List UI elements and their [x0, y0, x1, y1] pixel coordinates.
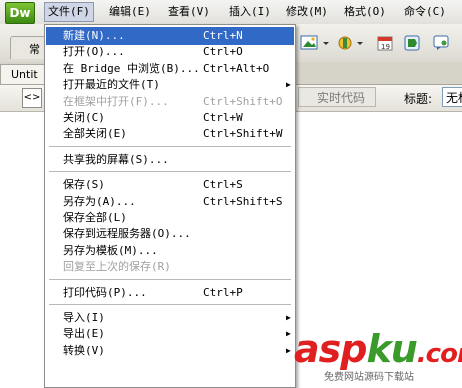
- menu-bar: Dw 文件(F) 编辑(E) 查看(V) 插入(I) 修改(M) 格式(O) 命…: [0, 0, 462, 25]
- calendar-icon[interactable]: 19: [376, 34, 394, 52]
- chevron-down-icon[interactable]: [356, 34, 364, 52]
- toolbar-tab-label: 常: [29, 43, 40, 56]
- menu-item-label: 保存(S): [63, 178, 105, 192]
- code-view-icon[interactable]: <>: [22, 88, 42, 108]
- file-menu-dropdown: 新建(N)... Ctrl+N 打开(O)... Ctrl+O 在 Bridge 中浏览…: [44, 24, 296, 388]
- menu-item-label: 全部关闭(E): [63, 127, 127, 141]
- menu-item-label: 打开(O)...: [63, 45, 125, 59]
- menu-view[interactable]: 查看(V): [165, 3, 213, 21]
- menu-edit[interactable]: 编辑(E): [106, 3, 154, 21]
- menu-item: 在框架中打开(F)... Ctrl+Shift+O: [46, 93, 294, 111]
- svg-text:19: 19: [381, 43, 390, 51]
- menu-separator: [49, 171, 291, 173]
- menu-item-label: 保存到远程服务器(O)...: [63, 227, 191, 241]
- menu-item: 回复至上次的保存(R): [46, 258, 294, 276]
- menu-item[interactable]: 导出(E) ▶: [46, 325, 294, 343]
- menu-item-shortcut: Ctrl+Shift+S: [203, 194, 283, 208]
- menu-item-shortcut: Ctrl+Shift+O: [203, 94, 283, 108]
- menu-item[interactable]: 打印代码(P)... Ctrl+P: [46, 284, 294, 302]
- menu-insert[interactable]: 插入(I): [226, 3, 274, 21]
- menu-item[interactable]: 打开最近的文件(T) ▶: [46, 76, 294, 94]
- menu-item[interactable]: 保存全部(L): [46, 209, 294, 227]
- menu-item-label: 保存全部(L): [63, 211, 127, 224]
- menu-commands[interactable]: 命令(C): [401, 3, 449, 21]
- menu-item[interactable]: 导入(I) ▶: [46, 309, 294, 327]
- menu-modify[interactable]: 修改(M): [283, 3, 331, 21]
- menu-item[interactable]: 全部关闭(E) Ctrl+Shift+W: [46, 125, 294, 143]
- menu-item[interactable]: 共享我的屏幕(S)...: [46, 151, 294, 169]
- menu-item-label: 在 Bridge 中浏览(B)...: [63, 61, 200, 75]
- comment-icon[interactable]: [432, 34, 450, 52]
- menu-item[interactable]: 在 Bridge 中浏览(B)... Ctrl+Alt+O: [46, 60, 294, 78]
- menu-item-label: 导出(E): [63, 327, 105, 341]
- watermark-logo: aspku.com 免费网站源码下载站: [292, 328, 462, 384]
- menu-item-shortcut: Ctrl+N: [203, 29, 243, 42]
- menu-item[interactable]: 保存到远程服务器(O)...: [46, 225, 294, 243]
- menu-item-label: 回复至上次的保存(R): [63, 260, 171, 274]
- menu-item-shortcut: Ctrl+Alt+O: [203, 61, 270, 75]
- submenu-arrow-icon: ▶: [286, 80, 291, 90]
- tag-icon[interactable]: [403, 34, 421, 52]
- document-tab[interactable]: Untit: [0, 64, 46, 84]
- menu-item[interactable]: 转换(V) ▶: [46, 342, 294, 360]
- title-label: 标题:: [404, 92, 433, 106]
- menu-item-shortcut: Ctrl+P: [203, 285, 243, 299]
- menu-item[interactable]: 保存(S) Ctrl+S: [46, 176, 294, 194]
- menu-item[interactable]: 打开(O)... Ctrl+O: [46, 43, 294, 61]
- chevron-down-icon[interactable]: [322, 34, 330, 52]
- menu-item-label: 另存为模板(M)...: [63, 243, 158, 257]
- menu-item-label: 导入(I): [63, 311, 105, 324]
- menu-item-label: 打开最近的文件(T): [63, 78, 160, 92]
- menu-item[interactable]: 另存为模板(M)...: [46, 242, 294, 260]
- menu-item-shortcut: Ctrl+O: [203, 45, 243, 59]
- dreamweaver-logo: Dw: [5, 2, 35, 24]
- menu-item[interactable]: 另存为(A)... Ctrl+Shift+S: [46, 193, 294, 211]
- menu-separator: [49, 145, 291, 147]
- submenu-arrow-icon: ▶: [286, 329, 291, 339]
- watermark-subtitle: 免费网站源码下载站: [324, 372, 414, 383]
- live-code-button[interactable]: 实时代码: [298, 87, 376, 107]
- menu-item-label: 打印代码(P)...: [63, 285, 147, 299]
- menu-item-label: 在框架中打开(F)...: [63, 94, 169, 108]
- menu-item-label: 另存为(A)...: [63, 194, 136, 208]
- menu-separator: [49, 278, 291, 280]
- menu-format[interactable]: 格式(O): [341, 3, 389, 21]
- submenu-arrow-icon: ▶: [286, 345, 291, 355]
- menu-item-label: 转换(V): [63, 343, 105, 357]
- menu-item-shortcut: Ctrl+Shift+W: [203, 127, 283, 141]
- watermark-text: aspku.com: [294, 327, 462, 371]
- menu-item-label: 共享我的屏幕(S)...: [63, 152, 169, 166]
- menu-item-label: 新建(N)...: [63, 29, 125, 42]
- title-input[interactable]: 无标: [442, 87, 462, 107]
- menu-file[interactable]: 文件(F): [44, 2, 94, 22]
- menu-item-shortcut: Ctrl+W: [203, 111, 243, 124]
- menu-item[interactable]: 新建(N)... Ctrl+N: [46, 27, 294, 45]
- submenu-arrow-icon: ▶: [286, 313, 291, 322]
- menu-separator: [49, 304, 291, 305]
- menu-item-label: 关闭(C): [63, 111, 105, 124]
- live-code-label: 实时代码: [317, 91, 366, 105]
- image-icon[interactable]: [300, 34, 318, 52]
- widget-icon[interactable]: [336, 34, 354, 52]
- menu-item[interactable]: 关闭(C) Ctrl+W: [46, 109, 294, 127]
- menu-item-shortcut: Ctrl+S: [203, 178, 243, 192]
